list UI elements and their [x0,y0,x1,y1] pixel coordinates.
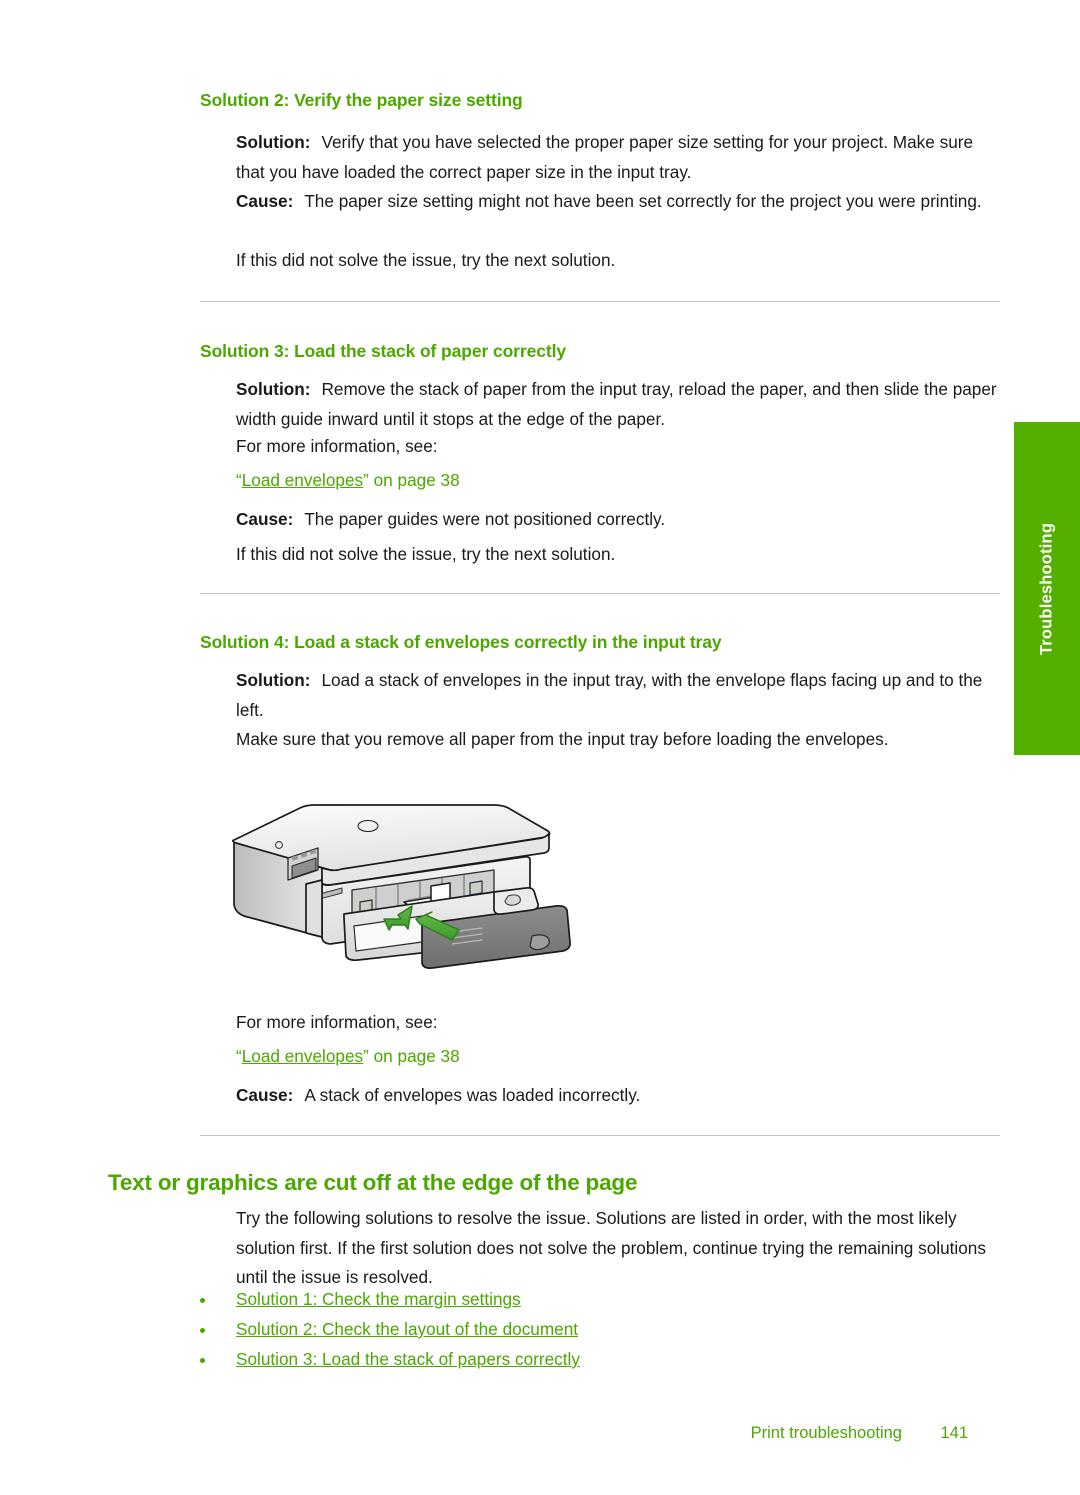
solution-2-solution-paragraph: Solution: Verify that you have selected t… [236,128,1004,187]
footer-page-number: 141 [940,1424,968,1442]
printer-illustration-icon [232,804,571,969]
solution-3-more-info-text: For more information, see: [236,436,438,456]
solution-4-more-info-text: For more information, see: [236,1012,438,1032]
topic-link-solution-1[interactable]: Solution 1: Check the margin settings [236,1289,521,1310]
solution-3-cause-paragraph: Cause: The paper guides were not position… [236,505,1004,535]
xref-link-label[interactable]: Load envelopes [242,470,363,490]
footer-chapter-title: Print troubleshooting [750,1424,902,1442]
side-tab-label: Troubleshooting [1037,522,1056,655]
section-divider-1 [200,301,1000,302]
topic-intro-paragraph: Try the following solutions to resolve t… [236,1208,986,1287]
printer-front-left-block [305,879,323,938]
solution-3-next-step-text: If this did not solve the issue, try the… [236,544,616,564]
xref-page-ref: on page 38 [368,470,460,490]
side-thumb-tab: Troubleshooting [1014,422,1080,755]
tray-flap-notch [504,894,521,906]
power-indicator-icon [275,841,283,849]
printer-loading-envelopes-figure [226,786,578,986]
solution-label: Solution: [236,379,311,399]
page-footer: Print troubleshooting 141 [0,1424,1080,1448]
solution-4-note-text: Make sure that you remove all paper from… [236,729,889,749]
cross-reference-load-envelopes-1[interactable]: “Load envelopes” on page 38 [236,470,460,491]
solution-body: Load a stack of envelopes in the input t… [236,670,983,720]
section-divider-3 [200,1135,1000,1136]
section-heading-solution-3: Solution 3: Load the stack of paper corr… [200,341,566,361]
bullet-icon [200,1298,205,1303]
bullet-icon [200,1328,205,1333]
solution-label: Solution: [236,132,311,152]
topic-link-solution-3[interactable]: Solution 3: Load the stack of papers cor… [236,1349,580,1370]
bullet-icon [200,1358,205,1363]
xref-link-label[interactable]: Load envelopes [242,1046,363,1066]
solution-3-solution-paragraph: Solution: Remove the stack of paper from … [236,375,1004,434]
list-item[interactable]: Solution 2: Check the layout of the docu… [200,1319,1000,1349]
solution-body: Remove the stack of paper from the input… [236,379,997,429]
cross-reference-load-envelopes-2[interactable]: “Load envelopes” on page 38 [236,1046,460,1067]
section-heading-solution-2: Solution 2: Verify the paper size settin… [200,90,523,110]
document-page: Troubleshooting Solution 2: Verify the p… [0,0,1080,1495]
list-item[interactable]: Solution 1: Check the margin settings [200,1289,1000,1319]
cause-body: The paper guides were not positioned cor… [304,509,666,529]
solution-body: Verify that you have selected the proper… [236,132,974,182]
solution-4-solution-paragraph: Solution: Load a stack of envelopes in th… [236,666,998,725]
section-heading-solution-4: Solution 4: Load a stack of envelopes co… [200,632,722,652]
cause-label: Cause: [236,509,294,529]
list-item[interactable]: Solution 3: Load the stack of papers cor… [200,1349,1000,1379]
paper-width-guide-right [469,880,483,896]
topic-link-solution-2[interactable]: Solution 2: Check the layout of the docu… [236,1319,578,1340]
solution-2-cause-paragraph: Cause: The paper size setting might not h… [236,187,1004,217]
cause-label: Cause: [236,191,294,211]
cause-label: Cause: [236,1085,294,1105]
hp-logo-badge [357,819,379,833]
topic-heading: Text or graphics are cut off at the edge… [108,1170,638,1195]
solution-label: Solution: [236,670,311,690]
xref-page-ref: on page 38 [368,1046,460,1066]
solution-4-cause-paragraph: Cause: A stack of envelopes was loaded in… [236,1081,1004,1111]
section-divider-2 [200,593,1000,594]
solution-2-next-step-text: If this did not solve the issue, try the… [236,250,616,270]
cause-body: The paper size setting might not have be… [304,191,982,211]
cause-body: A stack of envelopes was loaded incorrec… [304,1085,641,1105]
